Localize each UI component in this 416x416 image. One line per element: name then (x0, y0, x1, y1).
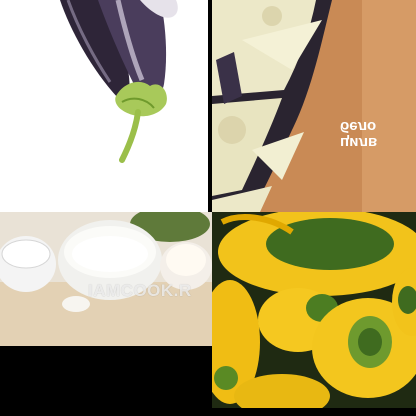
flour-bowls-illustration (0, 212, 212, 346)
cutting-board-illustration (212, 0, 416, 212)
flour-bowls-photo (0, 212, 212, 346)
sliced-eggplant-photo (212, 0, 416, 212)
eggplant-photo (0, 0, 208, 212)
eggplant-illustration (0, 0, 208, 212)
squash-illustration (212, 212, 416, 408)
pattypan-squash-photo (212, 212, 416, 408)
